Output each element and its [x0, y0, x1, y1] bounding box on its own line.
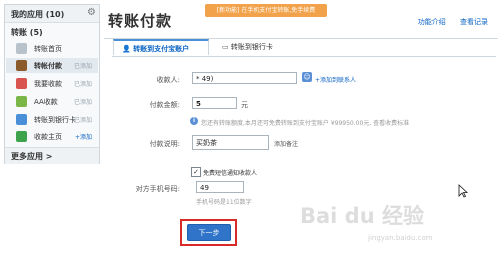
phone-label: 对方手机号码:	[135, 185, 180, 193]
phone-input[interactable]: 49	[196, 181, 244, 193]
person-icon: 👤	[122, 45, 131, 53]
tab-label: 转账到银行卡	[230, 43, 273, 51]
card-icon: ▭	[222, 43, 229, 51]
info-icon: i	[190, 117, 198, 125]
sidebar-item-label: 转帐付款	[34, 62, 62, 70]
watermark-logo: Bai du 经验	[300, 204, 424, 228]
sidebar-item-transfer-home[interactable]: 转账首页	[6, 41, 98, 56]
mouse-cursor-icon	[458, 184, 468, 198]
tab-label: 转账到支付宝账户	[133, 45, 190, 53]
recipient-input[interactable]: * 49)	[192, 72, 297, 84]
notice-badge[interactable]: [新功能] 在手机支付宝转账,免手续费	[205, 4, 327, 17]
tab-bank-card[interactable]: ▭ 转账到银行卡	[222, 39, 298, 55]
sidebar-item-label: 收款主页	[34, 133, 62, 141]
bank-card-icon	[16, 114, 27, 125]
sidebar-item-label: 转账到银行卡	[34, 116, 76, 124]
add-contact-link[interactable]: +添加到联系人	[315, 75, 356, 84]
sidebar-item-aa[interactable]: AA收款 已添加	[6, 94, 98, 109]
more-apps-label: 更多应用 >	[11, 152, 53, 161]
amount-hint: 您还有转账额度,本月还可免费转账到支付宝账户 ¥99950.00元, 查看收费标…	[201, 120, 410, 127]
sidebar-item-status: 已添加	[73, 63, 92, 70]
next-button[interactable]: 下一步	[187, 224, 231, 241]
tab-alipay-account[interactable]: 👤 转账到支付宝账户	[113, 39, 209, 55]
sidebar-item-status: 已添加	[73, 81, 92, 88]
page-title: 转账付款	[108, 12, 173, 30]
sidebar-item-label: AA收款	[34, 98, 58, 106]
sidebar-item-receive[interactable]: 我要收款 已添加	[6, 76, 98, 91]
feature-intro-link[interactable]: 功能介绍	[418, 18, 446, 26]
amount-input[interactable]: 5	[192, 97, 237, 109]
view-records-link[interactable]: 查看记录	[460, 18, 488, 26]
contacts-icon[interactable]: ☺	[302, 72, 312, 82]
memo-input[interactable]: 买奶茶	[192, 135, 269, 150]
tab-divider	[112, 56, 496, 57]
gear-icon[interactable]: ⚙	[87, 7, 96, 18]
sidebar-item-status: 已添加	[73, 117, 92, 124]
recipient-label: 收款人:	[156, 76, 180, 84]
sidebar-item-label: 我要收款	[34, 80, 62, 88]
wallet-icon	[16, 60, 27, 71]
receive-icon	[16, 78, 27, 89]
receive-home-icon	[16, 131, 27, 142]
sidebar-item-bank-card[interactable]: 转账到银行卡 已添加	[6, 112, 98, 127]
sidebar-item-label: 转账首页	[34, 45, 62, 53]
header-links: 功能介绍 查看记录	[406, 17, 488, 27]
sidebar-item-receive-home[interactable]: 收款主页 +添加	[6, 129, 98, 144]
notify-checkbox[interactable]: ✓	[191, 167, 201, 177]
amount-unit: 元	[241, 101, 248, 109]
watermark-url: jingyan.baidu.com	[368, 234, 433, 242]
amount-label: 付款金额:	[149, 101, 180, 109]
aa-icon	[16, 96, 27, 107]
sidebar-group-title: 转账 (5)	[11, 28, 43, 37]
memo-hint: 添加备注	[274, 141, 299, 148]
phone-hint: 手机号码是11位数字	[196, 199, 252, 206]
sidebar-title: 我的应用 (10)	[11, 10, 65, 19]
notify-label: 免费短信通知收款人	[203, 170, 258, 177]
sidebar-item-add-link[interactable]: +添加	[75, 132, 92, 141]
home-icon	[16, 43, 27, 54]
sidebar-item-transfer-pay[interactable]: 转帐付款 已添加	[6, 58, 98, 73]
sidebar: 我的应用 (10) ⚙ 转账 (5) 转账首页 转帐付款 已添加 我要收款 已添…	[4, 4, 100, 164]
memo-label: 付款说明:	[149, 140, 180, 148]
sidebar-item-status: 已添加	[73, 99, 92, 106]
more-apps[interactable]: 更多应用 >	[5, 147, 99, 164]
